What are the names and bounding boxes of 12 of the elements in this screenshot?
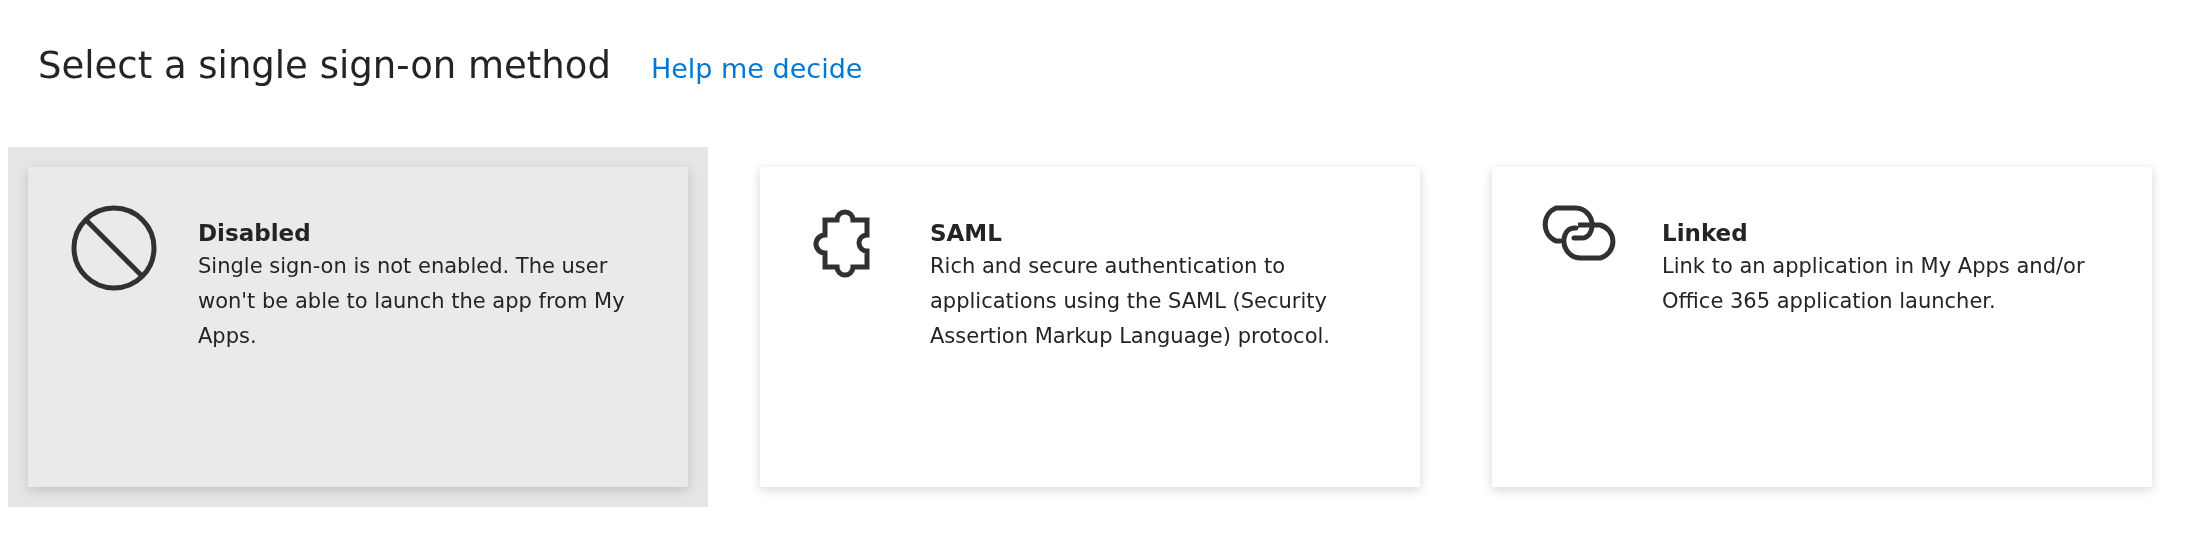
method-description: Link to an application in My Apps and/or Office 365 application launcher. bbox=[1662, 253, 2086, 315]
method-card[interactable]: SAML Rich and secure authentication to applications using the SAML (Security Assertion Markup Language) protocol. bbox=[760, 167, 1420, 487]
method-card[interactable]: Disabled Single sign-on is not enabled. The user won't be able to launch the app from My Apps. bbox=[28, 167, 688, 487]
page-title: Select a single sign-on method bbox=[38, 44, 611, 87]
prohibited-icon bbox=[71, 205, 157, 291]
help-link[interactable]: Help me decide bbox=[650, 53, 863, 84]
method-title: Linked bbox=[1662, 219, 1749, 248]
method-card[interactable]: Linked Link to an application in My Apps and/or Office 365 application launcher. bbox=[1492, 167, 2152, 487]
method-title: SAML bbox=[930, 219, 1003, 248]
method-title: Disabled bbox=[198, 219, 312, 248]
method-description: Rich and secure authentication to applications using the SAML (Security Assertion Markup Language) protocol. bbox=[930, 253, 1331, 350]
method-description: Single sign-on is not enabled. The user won't be able to launch the app from My Apps. bbox=[198, 253, 626, 350]
